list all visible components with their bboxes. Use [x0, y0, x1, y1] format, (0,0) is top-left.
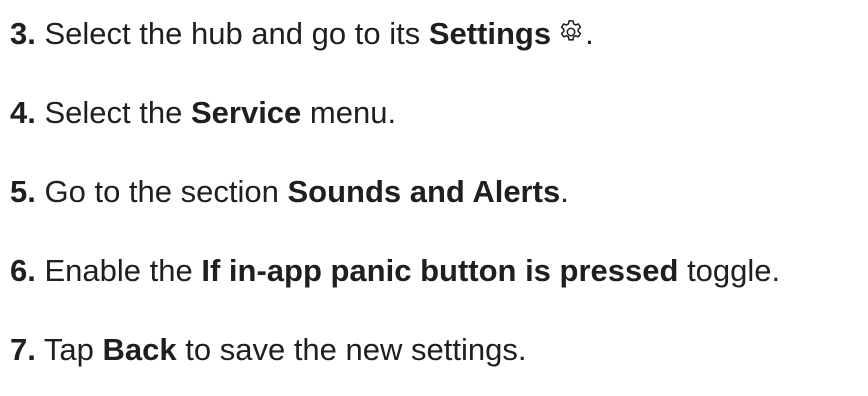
step-text: Select the	[44, 95, 191, 130]
step-5: 5. Go to the section Sounds and Alerts.	[10, 172, 780, 212]
step-7: 7. Tap Back to save the new settings.	[10, 330, 780, 370]
step-number: 7.	[10, 332, 36, 367]
step-text-end: menu.	[301, 95, 397, 130]
instruction-steps: 3. Select the hub and go to its Settings…	[10, 14, 780, 370]
step-text-end: toggle.	[678, 253, 781, 288]
step-text: Select the hub and go to its	[44, 16, 429, 51]
step-emphasis: If in-app panic button is pressed	[201, 253, 679, 288]
step-emphasis: Sounds and Alerts	[287, 174, 561, 209]
gear-icon	[557, 16, 585, 44]
step-number: 3.	[10, 16, 36, 51]
step-emphasis: Settings	[428, 16, 552, 51]
step-number: 6.	[10, 253, 36, 288]
step-text: Enable the	[44, 253, 202, 288]
step-4: 4. Select the Service menu.	[10, 93, 780, 133]
step-emphasis: Service	[190, 95, 302, 130]
step-text-end: .	[560, 174, 569, 209]
step-number: 4.	[10, 95, 36, 130]
step-number: 5.	[10, 174, 36, 209]
step-text: Go to the section	[44, 174, 288, 209]
step-emphasis: Back	[102, 332, 177, 367]
step-text-end: to save the new settings.	[176, 332, 527, 367]
step-3: 3. Select the hub and go to its Settings…	[10, 14, 780, 54]
step-text: Tap	[43, 332, 103, 367]
step-6: 6. Enable the If in-app panic button is …	[10, 251, 780, 291]
step-text-end: .	[585, 16, 594, 51]
